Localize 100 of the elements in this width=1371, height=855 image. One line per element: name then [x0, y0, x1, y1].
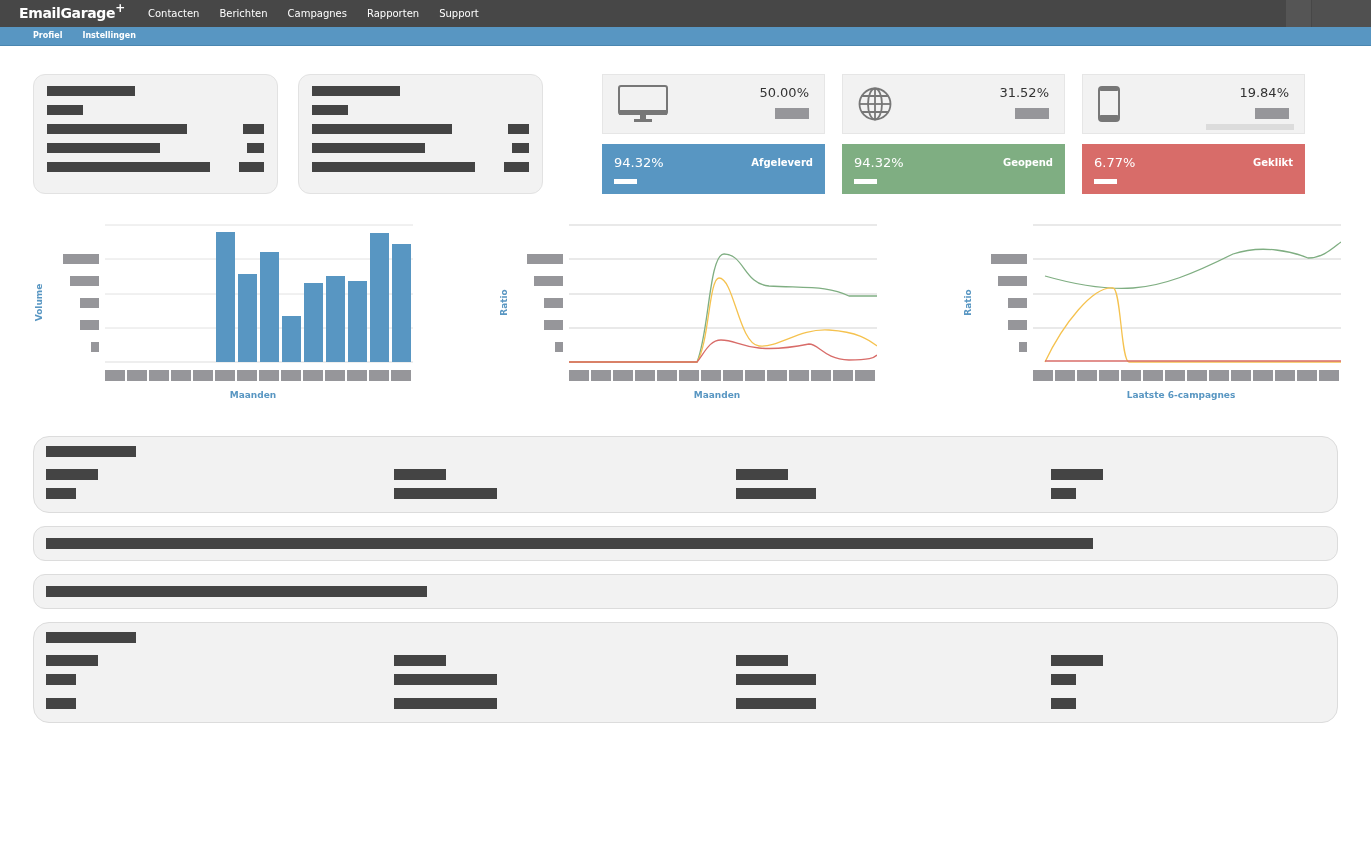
- nav-link[interactable]: Berichten: [217, 6, 270, 21]
- tick-placeholder: [325, 370, 345, 381]
- redacted-bar: [46, 654, 98, 666]
- tick-placeholder: [833, 370, 853, 381]
- app-logo: EmailGarage$^{+}$: [19, 3, 126, 23]
- tick-placeholder: [281, 370, 301, 381]
- tick-placeholder: [1143, 370, 1163, 381]
- tick-placeholder: [1297, 370, 1317, 381]
- metric-title: Geklikt: [1253, 156, 1293, 171]
- tick-placeholder: [1008, 297, 1027, 308]
- tick-placeholder: [657, 370, 677, 381]
- nav-link[interactable]: Campagnes: [285, 6, 349, 21]
- redacted-bar: [394, 654, 446, 666]
- tick-placeholder: [1099, 370, 1119, 381]
- tick-placeholder: [1209, 370, 1229, 381]
- redacted-bar: [854, 178, 877, 184]
- tick-placeholder: [259, 370, 279, 381]
- redacted-bar: [1255, 107, 1289, 119]
- axis-label: Laatste 6-campagnes: [1126, 389, 1236, 402]
- redacted-bar: [504, 162, 529, 172]
- tick-placeholder: [127, 370, 147, 381]
- redacted-bar: [1051, 487, 1076, 499]
- redacted-bar: [394, 468, 446, 480]
- redacted-bar: [1015, 107, 1049, 119]
- tick-placeholder: [745, 370, 765, 381]
- tick-placeholder: [767, 370, 787, 381]
- percentage: 31.52%: [999, 84, 1049, 103]
- tick-placeholder: [171, 370, 191, 381]
- redacted-bar: [512, 143, 529, 153]
- tick-placeholder: [591, 370, 611, 381]
- redacted-bar: [46, 673, 76, 685]
- monitor-icon: [618, 85, 668, 123]
- tick-placeholder: [569, 370, 589, 381]
- tick-placeholder: [105, 370, 125, 381]
- tick-placeholder: [347, 370, 367, 381]
- tick-placeholder: [1077, 370, 1097, 381]
- tick-placeholder: [1231, 370, 1251, 381]
- tick-placeholder: [63, 253, 99, 264]
- tick-placeholder: [544, 297, 563, 308]
- tick-placeholder: [1055, 370, 1075, 381]
- tick-placeholder: [369, 370, 389, 381]
- tick-placeholder: [789, 370, 809, 381]
- tick-placeholder: [1008, 319, 1027, 330]
- nav-link[interactable]: Support: [437, 6, 481, 21]
- redacted-bar: [508, 124, 529, 134]
- tick-placeholder: [527, 253, 563, 264]
- metric-value: 94.32%: [614, 154, 664, 172]
- tick-placeholder: [215, 370, 235, 381]
- metric-value: 6.77%: [1094, 154, 1136, 172]
- redacted-bar: [46, 487, 76, 499]
- nav-link[interactable]: Rapporten: [364, 6, 422, 21]
- tick-placeholder: [998, 275, 1027, 286]
- tick-placeholder: [1319, 370, 1339, 381]
- chart-bar: [282, 316, 301, 362]
- redacted-bar: [775, 107, 809, 119]
- axis-label: Maanden: [229, 389, 277, 402]
- tick-placeholder: [811, 370, 831, 381]
- redacted-bar: [46, 468, 98, 480]
- tick-placeholder: [855, 370, 875, 381]
- redacted-bar: [736, 468, 788, 480]
- redacted-bar: [247, 143, 264, 153]
- tick-placeholder: [555, 341, 563, 352]
- tick-placeholder: [70, 275, 99, 286]
- nav-link[interactable]: Contacten: [146, 6, 202, 21]
- redacted-bar: [1051, 654, 1103, 666]
- percentage: 19.84%: [1239, 84, 1289, 103]
- axis-label: Volume: [34, 283, 46, 322]
- tick-placeholder: [80, 297, 99, 308]
- tick-placeholder: [534, 275, 563, 286]
- axis-label: Ratio: [962, 289, 974, 316]
- tick-placeholder: [193, 370, 213, 381]
- tick-placeholder: [723, 370, 743, 381]
- tick-placeholder: [1033, 370, 1053, 381]
- tick-placeholder: [1019, 341, 1027, 352]
- header-tab[interactable]: [1312, 0, 1371, 27]
- redacted-bar: [239, 162, 264, 172]
- tick-placeholder: [80, 319, 99, 330]
- header-tab[interactable]: [1286, 0, 1311, 27]
- axis-label: Maanden: [693, 389, 741, 402]
- tick-placeholder: [237, 370, 257, 381]
- tick-placeholder: [1187, 370, 1207, 381]
- percentage: 50.00%: [759, 84, 809, 103]
- tick-placeholder: [679, 370, 699, 381]
- tick-placeholder: [149, 370, 169, 381]
- redacted-bar: [1051, 468, 1103, 480]
- smartphone-icon: [1098, 86, 1120, 122]
- tick-placeholder: [544, 319, 563, 330]
- redacted-bar: [46, 697, 76, 709]
- tick-placeholder: [613, 370, 633, 381]
- metric-title: Afgeleverd: [751, 156, 813, 171]
- tick-placeholder: [1165, 370, 1185, 381]
- globe-icon: [858, 87, 892, 121]
- redacted-bar: [736, 654, 788, 666]
- axis-label: Ratio: [498, 289, 510, 316]
- metric-title: Geopend: [1002, 156, 1053, 171]
- redacted-bar: [1094, 178, 1117, 184]
- redacted-bar: [47, 105, 83, 115]
- tick-placeholder: [1121, 370, 1141, 381]
- tick-placeholder: [1275, 370, 1295, 381]
- tick-placeholder: [701, 370, 721, 381]
